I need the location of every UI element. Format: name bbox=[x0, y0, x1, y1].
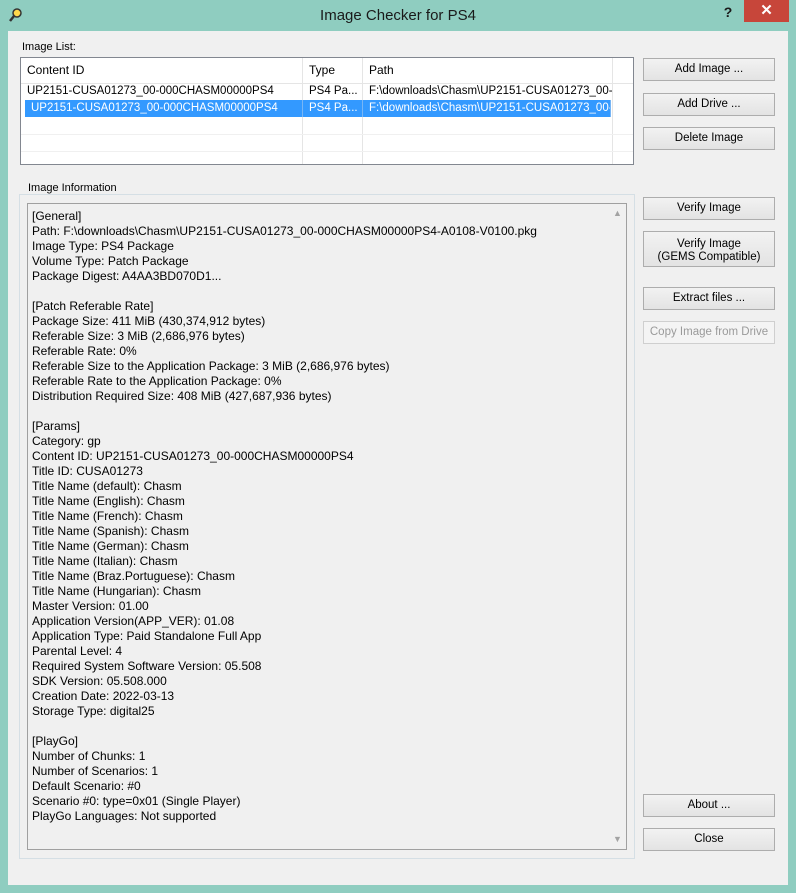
image-information-textbox[interactable]: [General] Path: F:\downloads\Chasm\UP215… bbox=[27, 203, 627, 850]
verify-gems-line1: Verify Image bbox=[677, 238, 741, 250]
copy-image-from-drive-button[interactable]: Copy Image from Drive bbox=[643, 321, 775, 344]
empty-row bbox=[21, 134, 633, 152]
cell-content-id: UP2151-CUSA01273_00-000CHASM00000PS4 bbox=[25, 100, 303, 117]
window-close-button[interactable]: ✕ bbox=[744, 0, 789, 22]
vertical-scrollbar[interactable]: ▲ ▼ bbox=[609, 204, 626, 849]
scroll-down-icon[interactable]: ▼ bbox=[612, 834, 623, 845]
cell-type: PS4 Pa... bbox=[303, 83, 363, 100]
scroll-up-icon[interactable]: ▲ bbox=[612, 208, 623, 219]
window-title: Image Checker for PS4 bbox=[320, 7, 476, 24]
cell-path: F:\downloads\Chasm\UP2151-CUSA01273_00-.… bbox=[363, 100, 611, 117]
column-header-path[interactable]: Path bbox=[363, 58, 613, 83]
table-row-selected[interactable]: UP2151-CUSA01273_00-000CHASM00000PS4 PS4… bbox=[25, 100, 611, 117]
image-information-text: [General] Path: F:\downloads\Chasm\UP215… bbox=[32, 209, 537, 823]
app-window: Image Checker for PS4 ? ✕ Image List: Co… bbox=[0, 0, 796, 893]
column-header-type[interactable]: Type bbox=[303, 58, 363, 83]
about-button[interactable]: About ... bbox=[643, 794, 775, 817]
help-button[interactable]: ? bbox=[712, 1, 744, 23]
image-list-label: Image List: bbox=[22, 41, 76, 53]
delete-image-button[interactable]: Delete Image bbox=[643, 127, 775, 150]
table-row[interactable]: UP2151-CUSA01273_00-000CHASM00000PS4 PS4… bbox=[21, 83, 633, 100]
verify-image-gems-button[interactable]: Verify Image (GEMS Compatible) bbox=[643, 231, 775, 267]
add-image-button[interactable]: Add Image ... bbox=[643, 58, 775, 81]
image-list-header: Content ID Type Path bbox=[21, 58, 633, 84]
verify-gems-line2: (GEMS Compatible) bbox=[657, 251, 761, 263]
add-drive-button[interactable]: Add Drive ... bbox=[643, 93, 775, 116]
client-area: Image List: Content ID Type Path UP2151-… bbox=[8, 31, 788, 885]
image-list[interactable]: Content ID Type Path UP2151-CUSA01273_00… bbox=[20, 57, 634, 165]
title-bar[interactable]: Image Checker for PS4 ? ✕ bbox=[0, 0, 796, 30]
extract-files-button[interactable]: Extract files ... bbox=[643, 287, 775, 310]
close-button[interactable]: Close bbox=[643, 828, 775, 851]
empty-row bbox=[21, 117, 633, 135]
verify-image-button[interactable]: Verify Image bbox=[643, 197, 775, 220]
cell-path: F:\downloads\Chasm\UP2151-CUSA01273_00-.… bbox=[363, 83, 613, 100]
column-header-content-id[interactable]: Content ID bbox=[21, 58, 303, 83]
cell-content-id: UP2151-CUSA01273_00-000CHASM00000PS4 bbox=[21, 83, 303, 100]
cell-type: PS4 Pa... bbox=[303, 100, 363, 117]
image-information-label: Image Information bbox=[25, 182, 120, 194]
